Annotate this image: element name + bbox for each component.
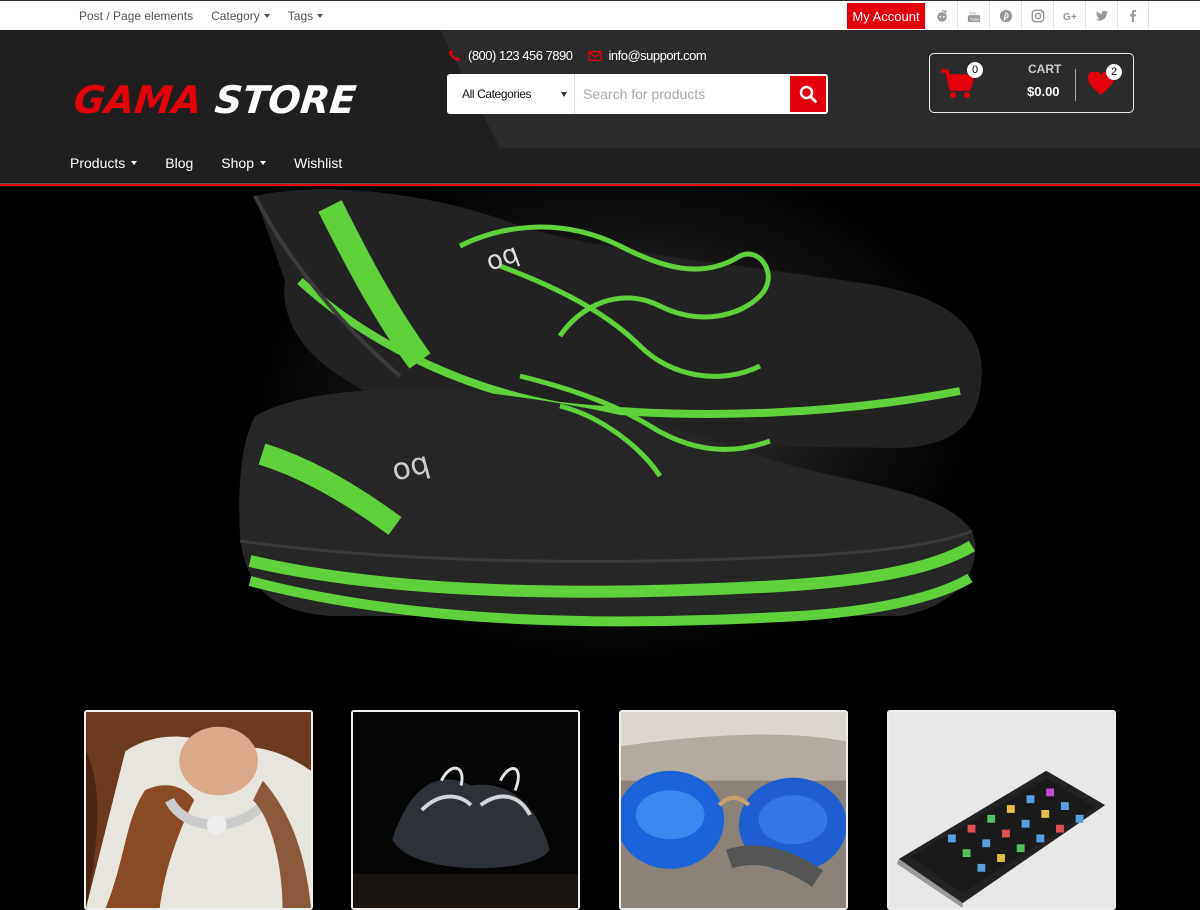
envelope-icon xyxy=(588,50,603,61)
top-link-post-page-elements[interactable]: Post / Page elements xyxy=(79,9,193,23)
hero-banner[interactable]: oq oq xyxy=(0,186,1200,656)
nav-item-products[interactable]: Products xyxy=(70,155,138,171)
reddit-link[interactable] xyxy=(925,1,957,31)
top-link-tags[interactable]: Tags xyxy=(287,9,324,23)
top-link-label: Category xyxy=(211,9,260,23)
sunglasses-image xyxy=(621,712,846,908)
caret-down-icon xyxy=(263,14,270,18)
top-link-label: Tags xyxy=(287,9,314,23)
caret-down-icon xyxy=(317,14,324,18)
top-links: Post / Page elements Category Tags xyxy=(70,1,332,31)
svg-text:You: You xyxy=(968,10,976,15)
search-button[interactable] xyxy=(790,76,826,112)
top-bar: Post / Page elements Category Tags My Ac… xyxy=(0,0,1200,31)
mini-cart[interactable]: 0 CART $0.00 2 xyxy=(929,53,1134,113)
category-select[interactable]: All Categories xyxy=(447,74,575,114)
nav-item-label: Wishlist xyxy=(293,155,343,171)
main-nav: Products Blog Shop Wishlist xyxy=(70,155,370,171)
instagram-link[interactable] xyxy=(1021,1,1053,31)
nav-item-wishlist[interactable]: Wishlist xyxy=(294,155,342,171)
tile-tablets[interactable] xyxy=(887,710,1116,910)
phone-icon xyxy=(448,49,460,61)
caret-down-icon xyxy=(259,161,266,165)
google-plus-icon: G+ xyxy=(1063,12,1077,23)
tile-boots[interactable] xyxy=(351,710,580,910)
nav-item-shop[interactable]: Shop xyxy=(221,155,266,171)
caret-down-icon xyxy=(131,161,138,165)
boots-image xyxy=(353,712,578,908)
nav-item-label: Shop xyxy=(221,155,254,171)
twitter-icon xyxy=(1095,10,1108,21)
phone-number: (800) 123 456 7890 xyxy=(468,48,573,63)
nav-item-label: Blog xyxy=(165,155,194,171)
facebook-icon xyxy=(1129,9,1137,23)
nav-item-blog[interactable]: Blog xyxy=(165,155,193,171)
category-select-value: All Categories xyxy=(462,87,532,101)
social-links: You Tube G+ xyxy=(925,1,1149,31)
tile-sunglasses[interactable] xyxy=(619,710,848,910)
cart-total: $0.00 xyxy=(1027,84,1060,99)
logo-text-gama: GAMA xyxy=(71,78,205,122)
google-plus-link[interactable]: G+ xyxy=(1053,1,1085,31)
necklace-image xyxy=(86,712,311,908)
contact-info: (800) 123 456 7890 info@support.com xyxy=(448,48,722,63)
youtube-link[interactable]: You Tube xyxy=(957,1,989,31)
youtube-icon: You Tube xyxy=(967,10,980,23)
twitter-link[interactable] xyxy=(1085,1,1117,31)
tile-jewelry[interactable] xyxy=(84,710,313,910)
tablet-image xyxy=(889,712,1114,908)
svg-text:Tube: Tube xyxy=(969,17,979,22)
pinterest-icon xyxy=(999,9,1012,23)
cart-count-badge: 0 xyxy=(967,62,983,78)
reddit-icon xyxy=(936,9,947,22)
email-contact[interactable]: info@support.com xyxy=(588,48,707,63)
email-address: info@support.com xyxy=(608,48,707,63)
search-icon xyxy=(799,85,817,103)
search-input[interactable] xyxy=(575,74,788,114)
nav-item-label: Products xyxy=(70,155,126,171)
instagram-icon xyxy=(1031,9,1044,23)
wishlist-count-badge: 2 xyxy=(1106,64,1122,80)
dropdown-arrow-icon xyxy=(561,91,567,97)
sneakers-image: oq oq xyxy=(239,189,982,627)
pinterest-link[interactable] xyxy=(989,1,1021,31)
top-link-label: Post / Page elements xyxy=(79,9,194,23)
site-header: GAMA STORE (800) 123 456 7890 info@suppo… xyxy=(0,30,1200,186)
cart-label: CART xyxy=(1028,62,1062,76)
logo-text-store: STORE xyxy=(212,78,359,122)
product-search-form: All Categories xyxy=(447,74,828,114)
my-account-button[interactable]: My Account xyxy=(847,3,925,29)
cart-divider xyxy=(1075,69,1076,101)
svg-text:G+: G+ xyxy=(1063,12,1077,23)
phone-contact: (800) 123 456 7890 xyxy=(448,48,573,63)
product-category-tiles xyxy=(0,656,1200,910)
facebook-link[interactable] xyxy=(1117,1,1149,31)
top-link-category[interactable]: Category xyxy=(211,9,270,23)
site-logo[interactable]: GAMA STORE xyxy=(72,78,358,122)
